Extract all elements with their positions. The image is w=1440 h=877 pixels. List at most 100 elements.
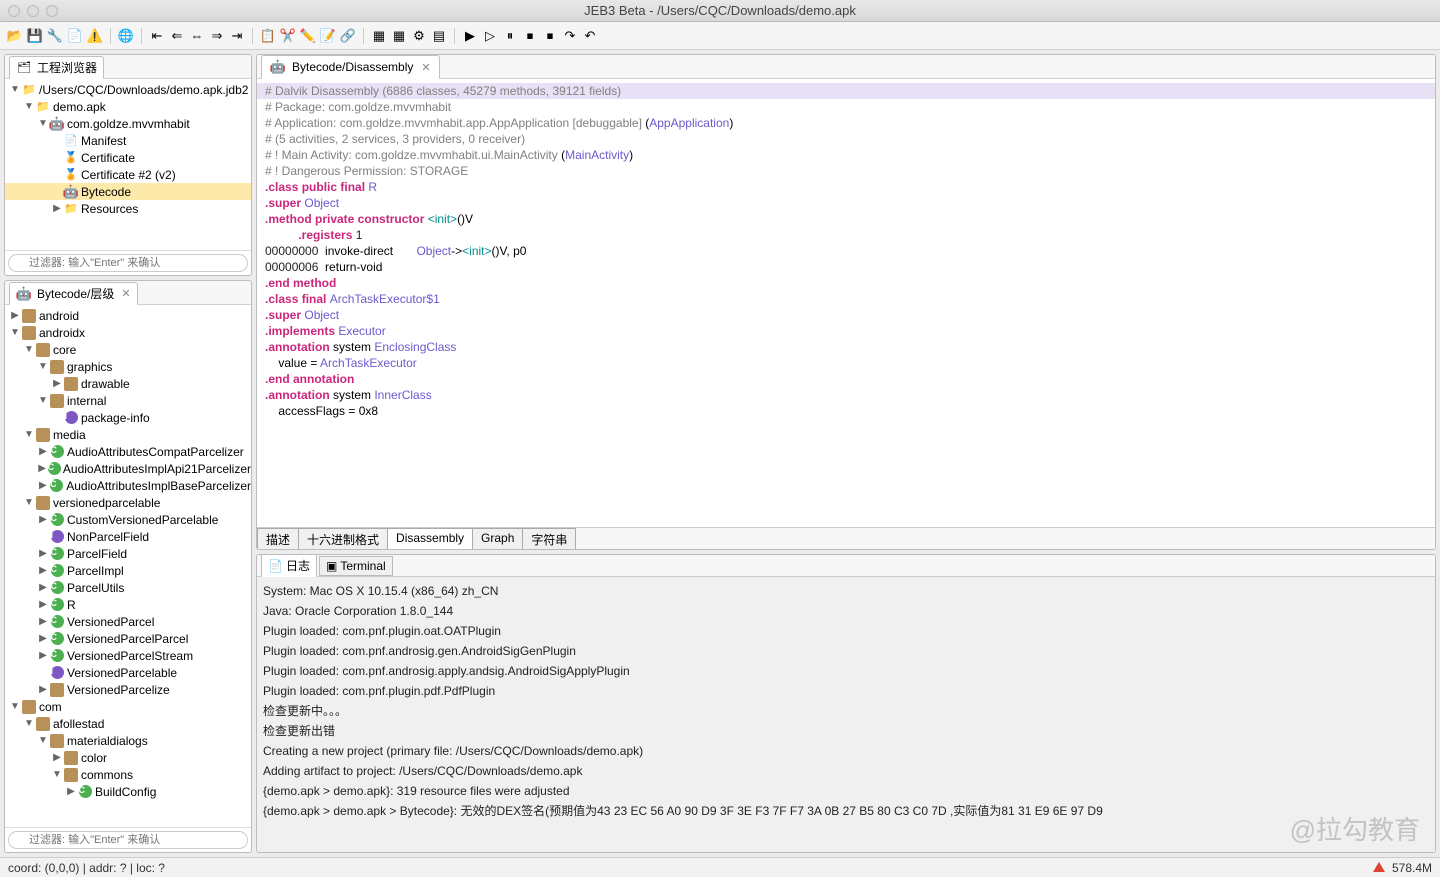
editor-tab-disassembly[interactable]: 🤖 Bytecode/Disassembly ✕ <box>261 55 440 79</box>
tree-twisty[interactable]: ▼ <box>23 718 35 729</box>
tree-twisty[interactable]: ▶ <box>37 633 49 644</box>
tree-row[interactable]: ▶CAudioAttributesImplApi21Parcelizer <box>5 460 251 477</box>
tree-twisty[interactable]: ▶ <box>37 582 49 593</box>
tree-twisty[interactable]: ▶ <box>37 446 49 457</box>
tree-twisty[interactable]: ▶ <box>9 310 21 321</box>
tree-row[interactable]: ▼afollestad <box>5 715 251 732</box>
tree-row[interactable]: ▶android <box>5 307 251 324</box>
tree-row[interactable]: ▼internal <box>5 392 251 409</box>
hierarchy-filter-input[interactable] <box>8 831 248 849</box>
toolbar-button[interactable]: ⇒ <box>208 27 226 45</box>
tree-row[interactable]: ▶CBuildConfig <box>5 783 251 800</box>
toolbar-button[interactable]: 🔧 <box>46 27 64 45</box>
toolbar-button[interactable]: ⏹ <box>521 27 539 45</box>
tree-row[interactable]: ▶📁Resources <box>5 200 251 217</box>
toolbar-button[interactable]: ▦ <box>390 27 408 45</box>
tree-row[interactable]: ▶CVersionedParcelStream <box>5 647 251 664</box>
editor-subtab[interactable]: Disassembly <box>387 528 473 549</box>
tree-twisty[interactable]: ▶ <box>51 203 63 214</box>
tree-row[interactable]: ▶CVersionedParcel <box>5 613 251 630</box>
console-tab-terminal[interactable]: ▣ Terminal <box>319 556 393 576</box>
toolbar-button[interactable]: ⇤ <box>148 27 166 45</box>
tree-row[interactable]: ▼androidx <box>5 324 251 341</box>
code-editor[interactable]: # Dalvik Disassembly (6886 classes, 4527… <box>257 79 1435 527</box>
tree-row[interactable]: ▶CAudioAttributesCompatParcelizer <box>5 443 251 460</box>
tree-row[interactable]: ▼core <box>5 341 251 358</box>
toolbar-button[interactable]: 📋 <box>259 27 277 45</box>
toolbar-button[interactable]: ⚠️ <box>86 27 104 45</box>
tree-row[interactable]: ▼📁demo.apk <box>5 98 251 115</box>
tree-row[interactable]: ▼com <box>5 698 251 715</box>
tree-twisty[interactable]: ▶ <box>51 752 63 763</box>
tree-twisty[interactable]: ▼ <box>23 429 35 440</box>
toolbar-button[interactable]: ⇐ <box>168 27 186 45</box>
tree-twisty[interactable]: ▶ <box>37 650 49 661</box>
tree-row[interactable]: ▶CR <box>5 596 251 613</box>
project-browser-tab[interactable]: 🗂 工程浏览器 <box>9 56 104 79</box>
tree-row[interactable]: 🏅Certificate #2 (v2) <box>5 166 251 183</box>
tree-row[interactable]: ▶CParcelImpl <box>5 562 251 579</box>
toolbar-button[interactable]: ⇔ <box>188 27 206 45</box>
tree-twisty[interactable]: ▶ <box>37 480 49 491</box>
tree-twisty[interactable]: ▶ <box>37 616 49 627</box>
toolbar-button[interactable]: 📂 <box>6 27 24 45</box>
tree-twisty[interactable]: ▼ <box>37 395 49 406</box>
tree-twisty[interactable]: ▼ <box>23 344 35 355</box>
tree-twisty[interactable]: ▼ <box>23 101 35 112</box>
editor-subtab[interactable]: 十六进制格式 <box>298 528 388 549</box>
close-icon[interactable]: ✕ <box>421 61 430 74</box>
toolbar-button[interactable]: ⏹ <box>541 27 559 45</box>
console-tab-log[interactable]: 📄 日志 <box>261 554 317 577</box>
toolbar-button[interactable]: ✂️ <box>279 27 297 45</box>
hierarchy-tree[interactable]: ▶android▼androidx▼core▼graphics▶drawable… <box>5 305 251 827</box>
tree-twisty[interactable]: ▶ <box>37 463 47 474</box>
tree-row[interactable]: 📄Manifest <box>5 132 251 149</box>
toolbar-button[interactable]: 🌐 <box>117 27 135 45</box>
tree-row[interactable]: ▼materialdialogs <box>5 732 251 749</box>
toolbar-button[interactable]: ▦ <box>370 27 388 45</box>
tree-twisty[interactable]: ▶ <box>51 378 63 389</box>
toolbar-button[interactable]: ⏸ <box>501 27 519 45</box>
tree-twisty[interactable]: ▼ <box>51 769 63 780</box>
tree-row[interactable]: ▼media <box>5 426 251 443</box>
tree-twisty[interactable]: ▼ <box>37 118 49 129</box>
tree-twisty[interactable]: ▼ <box>9 701 21 712</box>
project-tree[interactable]: ▼📁/Users/CQC/Downloads/demo.apk.jdb2▼📁de… <box>5 79 251 250</box>
tree-row[interactable]: ▶CCustomVersionedParcelable <box>5 511 251 528</box>
tree-row[interactable]: 🏅Certificate <box>5 149 251 166</box>
editor-subtab[interactable]: 描述 <box>257 528 299 549</box>
tree-row[interactable]: ▶CParcelUtils <box>5 579 251 596</box>
toolbar-button[interactable]: ⚙ <box>410 27 428 45</box>
toolbar-button[interactable]: 💾 <box>26 27 44 45</box>
tree-twisty[interactable]: ▼ <box>9 327 21 338</box>
toolbar-button[interactable]: ▤ <box>430 27 448 45</box>
tree-twisty[interactable]: ▼ <box>37 361 49 372</box>
editor-subtab[interactable]: Graph <box>472 528 523 549</box>
toolbar-button[interactable]: ▶ <box>461 27 479 45</box>
tree-twisty[interactable]: ▶ <box>37 548 49 559</box>
tree-twisty[interactable]: ▶ <box>65 786 77 797</box>
tree-row[interactable]: ▼graphics <box>5 358 251 375</box>
tree-twisty[interactable]: ▶ <box>37 684 49 695</box>
tree-row[interactable]: 🤖Bytecode <box>5 183 251 200</box>
tree-row[interactable]: Ipackage-info <box>5 409 251 426</box>
toolbar-button[interactable]: 📝 <box>319 27 337 45</box>
editor-subtab[interactable]: 字符串 <box>522 528 576 549</box>
tree-twisty[interactable]: ▼ <box>9 84 21 95</box>
tree-row[interactable]: ▶VersionedParcelize <box>5 681 251 698</box>
toolbar-button[interactable]: 📄 <box>66 27 84 45</box>
tree-twisty[interactable]: ▶ <box>37 514 49 525</box>
tree-row[interactable]: ▶CAudioAttributesImplBaseParcelizer <box>5 477 251 494</box>
tree-twisty[interactable]: ▶ <box>37 565 49 576</box>
tree-row[interactable]: ▼📁/Users/CQC/Downloads/demo.apk.jdb2 <box>5 81 251 98</box>
tree-row[interactable]: ▶drawable <box>5 375 251 392</box>
tree-twisty[interactable]: ▼ <box>37 735 49 746</box>
tree-row[interactable]: INonParcelField <box>5 528 251 545</box>
tree-twisty[interactable]: ▼ <box>23 497 35 508</box>
tree-row[interactable]: ▼versionedparcelable <box>5 494 251 511</box>
tree-row[interactable]: ▶color <box>5 749 251 766</box>
tree-row[interactable]: IVersionedParcelable <box>5 664 251 681</box>
toolbar-button[interactable]: ⇥ <box>228 27 246 45</box>
tree-twisty[interactable]: ▶ <box>37 599 49 610</box>
tree-row[interactable]: ▶CParcelField <box>5 545 251 562</box>
